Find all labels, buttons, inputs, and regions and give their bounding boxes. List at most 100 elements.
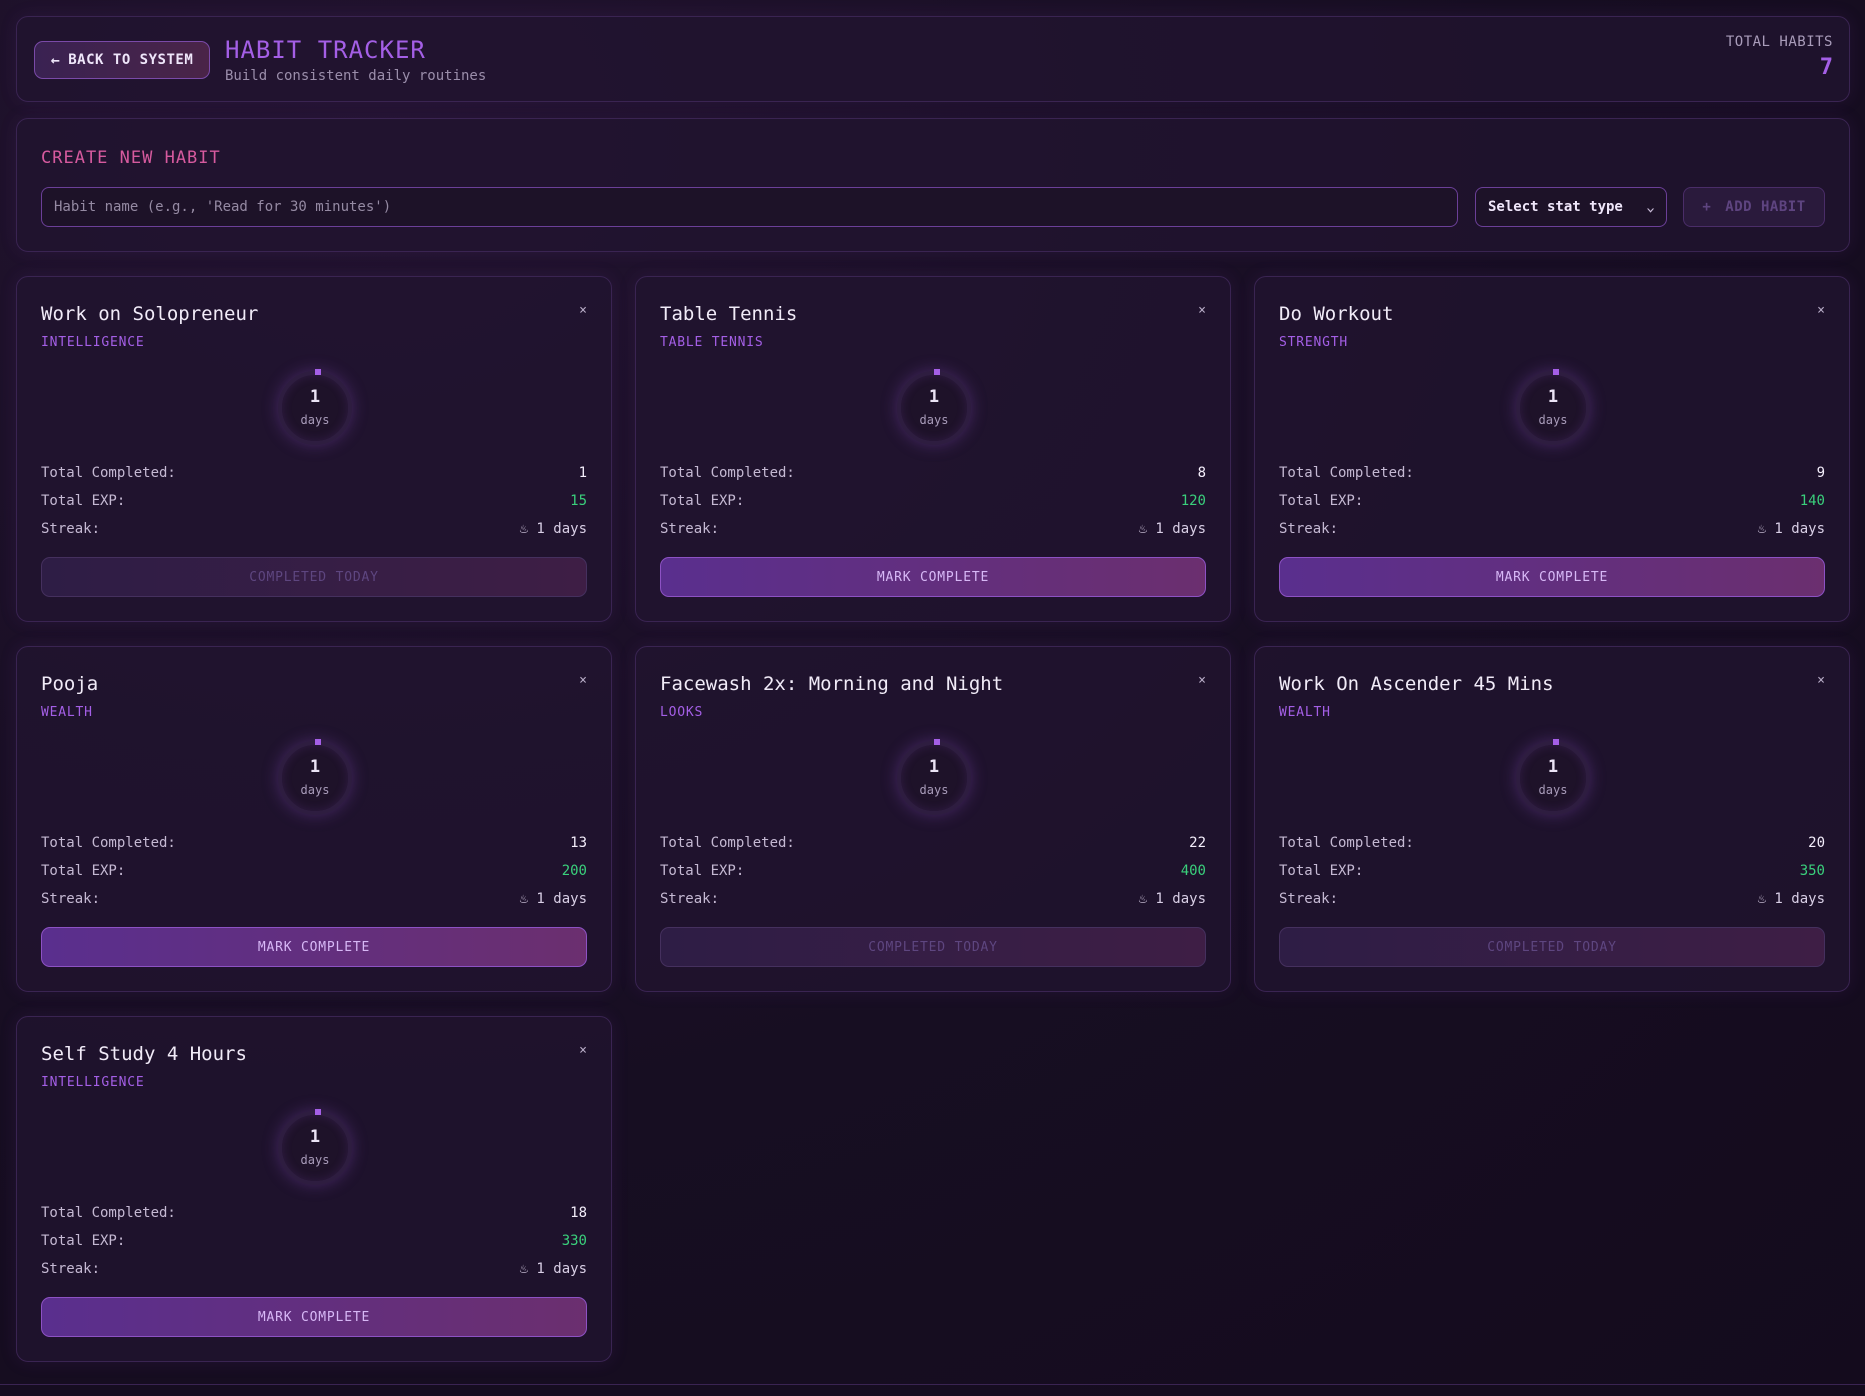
habit-name-input[interactable] xyxy=(41,187,1458,227)
streak-ring: 1 days xyxy=(1516,369,1590,445)
total-exp-label: Total EXP: xyxy=(660,863,745,879)
habit-card: Self Study 4 Hours × INTELLIGENCE 1 days… xyxy=(16,1016,612,1362)
chevron-down-icon: ⌄ xyxy=(1645,200,1656,214)
habit-stat-type: WEALTH xyxy=(41,705,93,720)
total-completed-row: Total Completed: 13 xyxy=(41,833,587,853)
total-exp-row: Total EXP: 200 xyxy=(41,861,587,881)
habit-card: Work on Solopreneur × INTELLIGENCE 1 day… xyxy=(16,276,612,622)
streak-ring: 1 days xyxy=(278,369,352,445)
streak-row: Streak: ♨ 1 days xyxy=(41,1259,587,1279)
streak-label: Streak: xyxy=(41,1261,101,1277)
mark-complete-button[interactable]: MARK COMPLETE xyxy=(41,1297,587,1337)
ring-unit: days xyxy=(1538,413,1568,427)
flame-icon: ♨ xyxy=(1138,891,1147,907)
close-icon[interactable]: × xyxy=(1198,673,1206,688)
total-exp-label: Total EXP: xyxy=(660,493,745,509)
habit-tracker-page: ← BACK TO SYSTEM HABIT TRACKER Build con… xyxy=(0,0,1865,1396)
completed-today-button[interactable]: COMPLETED TODAY xyxy=(1279,927,1825,967)
total-exp-value: 15 xyxy=(570,493,587,509)
close-icon[interactable]: × xyxy=(579,1043,587,1058)
streak-ring: 1 days xyxy=(278,1109,352,1185)
streak-value: 1 days xyxy=(536,521,587,537)
habit-stat-type: INTELLIGENCE xyxy=(41,1075,145,1090)
create-habit-title: CREATE NEW HABIT xyxy=(41,148,221,168)
ring-unit: days xyxy=(1538,783,1568,797)
ring-unit: days xyxy=(919,783,949,797)
ring-value: 1 xyxy=(928,757,940,777)
total-completed-value: 20 xyxy=(1808,835,1825,851)
total-completed-row: Total Completed: 22 xyxy=(660,833,1206,853)
streak-value-group: ♨ 1 days xyxy=(1758,891,1825,907)
mark-complete-button[interactable]: MARK COMPLETE xyxy=(41,927,587,967)
back-to-system-button[interactable]: ← BACK TO SYSTEM xyxy=(34,41,210,79)
ring-value: 1 xyxy=(309,387,321,407)
total-completed-row: Total Completed: 20 xyxy=(1279,833,1825,853)
total-habits-label: TOTAL HABITS xyxy=(1725,34,1833,50)
mark-complete-button[interactable]: MARK COMPLETE xyxy=(660,557,1206,597)
total-completed-label: Total Completed: xyxy=(660,465,795,481)
streak-ring: 1 days xyxy=(897,369,971,445)
total-exp-label: Total EXP: xyxy=(1279,493,1364,509)
close-icon[interactable]: × xyxy=(579,303,587,318)
streak-label: Streak: xyxy=(41,521,101,537)
ring-progress-marker xyxy=(934,739,940,745)
header-panel: ← BACK TO SYSTEM HABIT TRACKER Build con… xyxy=(16,16,1850,102)
streak-label: Streak: xyxy=(1279,521,1339,537)
habit-card: Facewash 2x: Morning and Night × LOOKS 1… xyxy=(635,646,1231,992)
ring-value: 1 xyxy=(1547,387,1559,407)
habit-title: Work On Ascender 45 Mins xyxy=(1279,673,1554,695)
close-icon[interactable]: × xyxy=(1198,303,1206,318)
streak-value-group: ♨ 1 days xyxy=(1139,891,1206,907)
completed-today-button[interactable]: COMPLETED TODAY xyxy=(41,557,587,597)
ring-unit: days xyxy=(300,1153,330,1167)
streak-value: 1 days xyxy=(536,891,587,907)
flame-icon: ♨ xyxy=(519,1261,528,1277)
close-icon[interactable]: × xyxy=(579,673,587,688)
total-exp-value: 400 xyxy=(1180,863,1206,879)
flame-icon: ♨ xyxy=(519,521,528,537)
flame-icon: ♨ xyxy=(1757,891,1766,907)
total-completed-value: 22 xyxy=(1189,835,1206,851)
streak-row: Streak: ♨ 1 days xyxy=(1279,889,1825,909)
habit-title: Self Study 4 Hours xyxy=(41,1043,247,1065)
total-completed-value: 9 xyxy=(1816,465,1825,481)
stat-type-select[interactable]: Select stat type ⌄ xyxy=(1475,187,1667,227)
habit-title: Work on Solopreneur xyxy=(41,303,259,325)
ring-progress-marker xyxy=(934,369,940,375)
habit-card: Work On Ascender 45 Mins × WEALTH 1 days… xyxy=(1254,646,1850,992)
habit-stat-type: INTELLIGENCE xyxy=(41,335,145,350)
mark-complete-button[interactable]: MARK COMPLETE xyxy=(1279,557,1825,597)
total-completed-label: Total Completed: xyxy=(41,1205,176,1221)
ring-value: 1 xyxy=(309,1127,321,1147)
close-icon[interactable]: × xyxy=(1817,303,1825,318)
streak-value: 1 days xyxy=(1774,521,1825,537)
streak-value: 1 days xyxy=(1774,891,1825,907)
habit-title: Table Tennis xyxy=(660,303,798,325)
total-completed-row: Total Completed: 9 xyxy=(1279,463,1825,483)
streak-value-group: ♨ 1 days xyxy=(520,1261,587,1277)
ring-progress-marker xyxy=(315,1109,321,1115)
total-exp-row: Total EXP: 140 xyxy=(1279,491,1825,511)
habit-stat-type: LOOKS xyxy=(660,705,704,720)
streak-row: Streak: ♨ 1 days xyxy=(1279,519,1825,539)
total-exp-row: Total EXP: 350 xyxy=(1279,861,1825,881)
total-exp-value: 330 xyxy=(561,1233,587,1249)
streak-value-group: ♨ 1 days xyxy=(1758,521,1825,537)
total-completed-value: 13 xyxy=(570,835,587,851)
total-completed-label: Total Completed: xyxy=(41,465,176,481)
total-completed-value: 8 xyxy=(1197,465,1206,481)
total-exp-label: Total EXP: xyxy=(1279,863,1364,879)
ring-progress-marker xyxy=(1553,739,1559,745)
streak-ring: 1 days xyxy=(1516,739,1590,815)
total-exp-value: 350 xyxy=(1799,863,1825,879)
habit-title: Pooja xyxy=(41,673,99,695)
habit-stat-type: STRENGTH xyxy=(1279,335,1349,350)
total-exp-value: 200 xyxy=(561,863,587,879)
streak-label: Streak: xyxy=(660,891,720,907)
total-exp-label: Total EXP: xyxy=(41,863,126,879)
close-icon[interactable]: × xyxy=(1817,673,1825,688)
ring-progress-marker xyxy=(315,369,321,375)
completed-today-button[interactable]: COMPLETED TODAY xyxy=(660,927,1206,967)
total-completed-row: Total Completed: 1 xyxy=(41,463,587,483)
add-habit-button[interactable]: + ADD HABIT xyxy=(1683,187,1825,227)
